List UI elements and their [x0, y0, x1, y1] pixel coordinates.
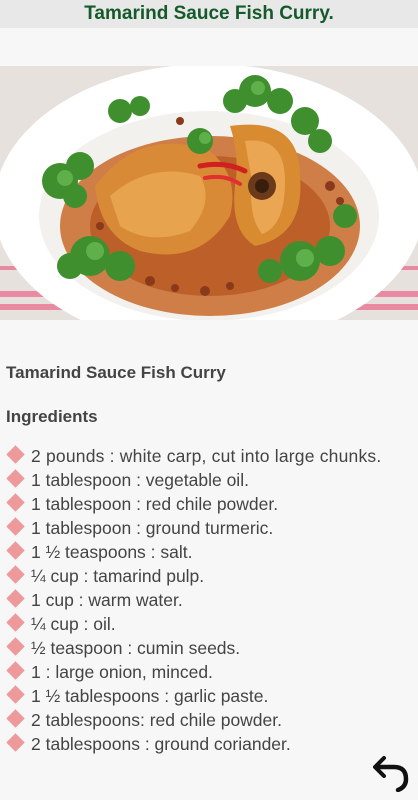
- diamond-bullet-icon: [6, 589, 25, 608]
- diamond-bullet-icon: [6, 661, 25, 680]
- diamond-bullet-icon: [6, 613, 25, 632]
- ingredients-list: 2 pounds : white carp, cut into large ch…: [6, 444, 410, 756]
- diamond-bullet-icon: [6, 709, 25, 728]
- page-title: Tamarind Sauce Fish Curry.: [84, 3, 334, 24]
- list-item: ½ teaspoon : cumin seeds.: [6, 636, 410, 660]
- diamond-bullet-icon: [6, 517, 25, 536]
- diamond-bullet-icon: [6, 637, 25, 656]
- diamond-bullet-icon: [6, 685, 25, 704]
- back-arrow-icon: [373, 756, 409, 793]
- list-item: 2 tablespoons: red chile powder.: [6, 708, 410, 732]
- list-item: ¼ cup : tamarind pulp.: [6, 564, 410, 588]
- diamond-bullet-icon: [6, 733, 25, 752]
- list-item: 1 tablespoon : ground turmeric.: [6, 516, 410, 540]
- ingredients-heading: Ingredients: [6, 407, 98, 426]
- diamond-bullet-icon: [6, 469, 25, 488]
- diamond-bullet-icon: [6, 493, 25, 512]
- app-title-bar: Tamarind Sauce Fish Curry.: [0, 0, 418, 28]
- list-item: 2 pounds : white carp, cut into large ch…: [6, 444, 410, 468]
- recipe-title: Tamarind Sauce Fish Curry: [6, 363, 226, 382]
- back-button[interactable]: [372, 752, 412, 793]
- list-item: 1 ½ tablespoons : garlic paste.: [6, 684, 410, 708]
- list-item: 1 tablespoon : red chile powder.: [6, 492, 410, 516]
- recipe-photo: [0, 66, 418, 320]
- list-item: ¼ cup : oil.: [6, 612, 410, 636]
- diamond-bullet-icon: [6, 565, 25, 584]
- list-item: 1 : large onion, minced.: [6, 660, 410, 684]
- list-item: 1 ½ teaspoons : salt.: [6, 540, 410, 564]
- diamond-bullet-icon: [6, 445, 25, 464]
- list-item: 2 tablespoons : ground coriander.: [6, 732, 410, 756]
- list-item: 1 tablespoon : vegetable oil.: [6, 468, 410, 492]
- diamond-bullet-icon: [6, 541, 25, 560]
- recipe-content: Tamarind Sauce Fish Curry Ingredients 2 …: [6, 362, 410, 756]
- list-item: 1 cup : warm water.: [6, 588, 410, 612]
